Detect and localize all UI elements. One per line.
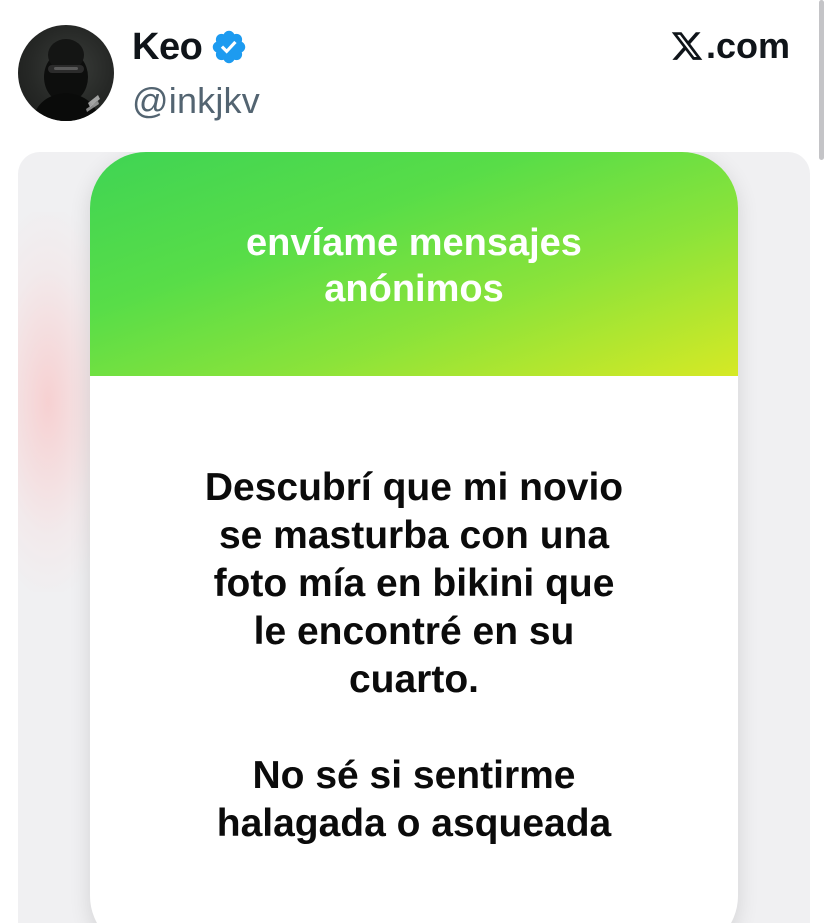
- post-screenshot: Keo @inkjkv .com envíame mensajes anónim…: [0, 0, 828, 923]
- card-body: Descubrí que mi novio se masturba con un…: [90, 376, 738, 923]
- masked-person-avatar: [32, 39, 100, 121]
- source-link[interactable]: .com: [670, 24, 790, 68]
- scrollbar[interactable]: [819, 0, 824, 160]
- anonymous-message-card: envíame mensajes anónimos Descubrí que m…: [90, 152, 738, 923]
- verified-badge-icon: [210, 28, 248, 66]
- author-handle[interactable]: @inkjkv: [132, 80, 260, 122]
- avatar[interactable]: [18, 25, 114, 121]
- x-logo-icon: [670, 29, 704, 63]
- card-header: envíame mensajes anónimos: [90, 152, 738, 376]
- post-media[interactable]: envíame mensajes anónimos Descubrí que m…: [18, 152, 810, 923]
- author-name-row: Keo: [132, 22, 248, 72]
- source-label: .com: [705, 25, 790, 66]
- card-title: envíame mensajes anónimos: [246, 222, 582, 310]
- post-header: Keo @inkjkv .com: [0, 0, 828, 160]
- author-display-name[interactable]: Keo: [132, 26, 203, 69]
- card-message: Descubrí que mi novio se masturba con un…: [204, 466, 624, 845]
